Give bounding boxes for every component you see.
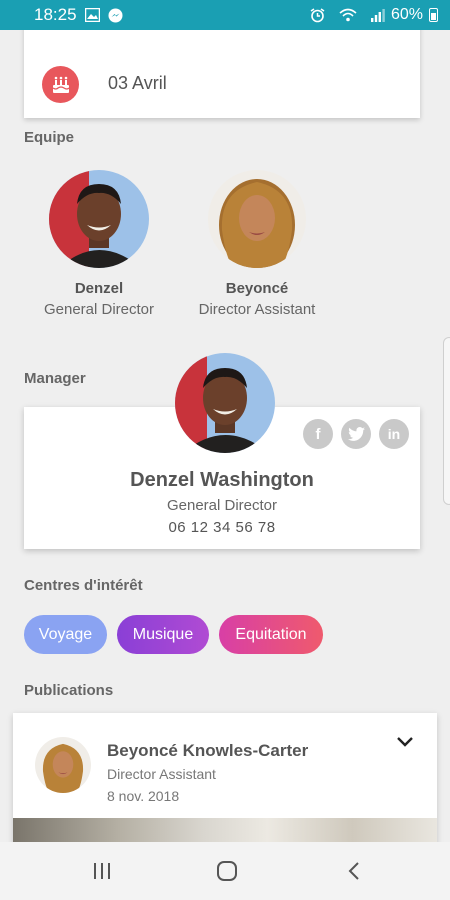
interests-section-title: Centres d'intérêt	[24, 577, 143, 594]
member-name: Beyoncé	[225, 280, 289, 297]
recent-apps-button[interactable]	[72, 842, 132, 900]
gallery-icon	[84, 8, 100, 22]
member-role: General Director	[43, 301, 155, 318]
manager-section-title: Manager	[24, 370, 86, 387]
manager-name: Denzel Washington	[130, 469, 314, 491]
back-button[interactable]	[324, 842, 384, 900]
member-role: Director Assistant	[198, 301, 316, 318]
profile-content[interactable]: 03 Avril Equipe Denzel General Director	[0, 30, 450, 842]
linkedin-icon[interactable]: in	[379, 419, 409, 449]
team-section-title: Equipe	[24, 129, 75, 146]
info-card: 03 Avril	[24, 30, 420, 118]
member-name: Denzel	[74, 280, 124, 297]
publication-author: Beyoncé Knowles-Carter	[107, 741, 309, 760]
wifi-icon	[339, 8, 357, 22]
publication-card[interactable]: Beyoncé Knowles-Carter Director Assistan…	[13, 713, 437, 842]
battery-percent: 60%	[390, 6, 423, 23]
birthday-date: 03 Avril	[108, 73, 167, 93]
interest-chip-equitation[interactable]: Equitation	[219, 615, 323, 654]
interest-chip-voyage[interactable]: Voyage	[24, 615, 107, 654]
publications-section-title: Publications	[24, 682, 114, 699]
team-member-denzel[interactable]: Denzel General Director	[24, 170, 174, 318]
publication-date: 8 nov. 2018	[107, 788, 180, 804]
messenger-icon	[108, 8, 123, 23]
publication-image[interactable]	[13, 818, 437, 842]
home-button[interactable]	[197, 842, 257, 900]
publication-author-avatar	[35, 737, 91, 793]
facebook-icon[interactable]: f	[303, 419, 333, 449]
interest-chip-musique[interactable]: Musique	[117, 615, 209, 654]
manager-avatar	[175, 353, 275, 453]
system-nav-bar	[0, 842, 450, 900]
edge-panel-handle[interactable]	[443, 337, 450, 505]
avatar	[49, 170, 149, 268]
status-time: 18:25	[34, 5, 77, 24]
manager-role: General Director	[166, 497, 278, 514]
publication-author-role: Director Assistant	[107, 766, 216, 782]
manager-phone[interactable]: 06 12 34 56 78	[24, 519, 420, 536]
birthday-cake-icon	[42, 66, 79, 103]
chevron-down-icon[interactable]	[395, 735, 415, 754]
alarm-icon	[310, 7, 325, 23]
battery-icon	[429, 8, 438, 22]
signal-icon	[370, 8, 385, 22]
avatar	[208, 170, 306, 268]
status-bar: 18:25 60%	[0, 0, 450, 30]
team-member-beyonce[interactable]: Beyoncé Director Assistant	[182, 170, 332, 318]
twitter-icon[interactable]	[341, 419, 371, 449]
